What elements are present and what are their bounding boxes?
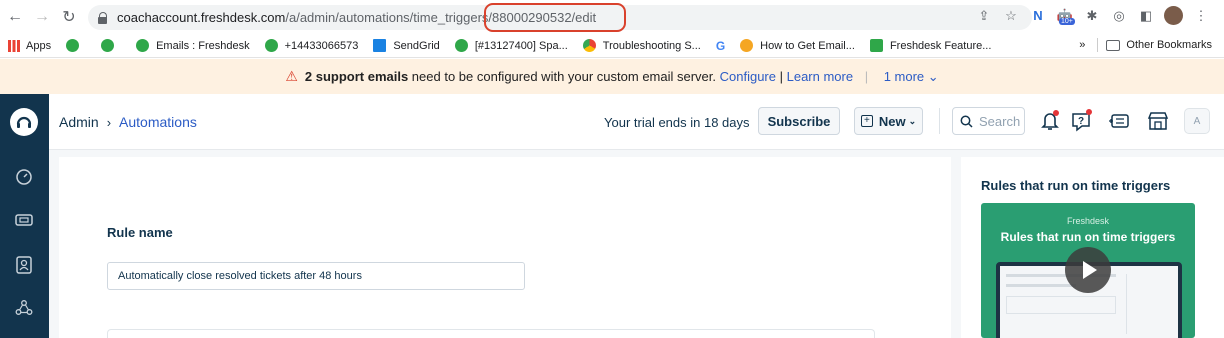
video-brand: Freshdesk <box>1066 216 1110 226</box>
svg-text:?: ? <box>1078 116 1084 127</box>
breadcrumb-admin[interactable]: Admin <box>59 114 99 130</box>
phone-icon <box>264 39 278 52</box>
play-button-icon[interactable] <box>1065 247 1111 293</box>
freshdesk-logo-icon[interactable] <box>10 108 38 136</box>
forward-arrow-icon[interactable]: → <box>30 5 54 29</box>
user-avatar[interactable]: A <box>1184 108 1210 134</box>
lock-icon <box>98 11 108 24</box>
browser-action-icons: ⇪ ☆ N 🤖 10+ ✱ ◎ ◧ ⋮ <box>975 6 1224 25</box>
share-icon[interactable]: ⇪ <box>975 7 993 25</box>
google-g-icon: G <box>715 38 726 53</box>
bookmark-google[interactable]: G <box>716 39 725 53</box>
extension-circle-icon[interactable]: ◎ <box>1110 7 1128 25</box>
bookmark-troubleshooting[interactable]: Troubleshooting S... <box>582 39 701 52</box>
search-icon <box>960 115 973 128</box>
banner-bar: | <box>861 69 872 84</box>
more-link[interactable]: 1 more ⌄ <box>884 69 939 85</box>
app-header: Admin › Automations Your trial ends in 1… <box>49 94 1224 150</box>
search-input[interactable]: Search <box>952 107 1025 135</box>
breadcrumb-separator: › <box>106 114 112 130</box>
bookmarks-overflow: » Other Bookmarks <box>1079 38 1212 52</box>
conditions-section-box <box>107 329 875 338</box>
bookmark-freshdesk-1[interactable] <box>66 39 86 52</box>
bookmark-star-icon[interactable]: ☆ <box>1002 7 1020 25</box>
bookmark-freshdesk-feature[interactable]: Freshdesk Feature... <box>869 39 991 52</box>
bookmark-freshdesk-2[interactable] <box>101 39 121 52</box>
reload-icon[interactable]: ↻ <box>57 5 81 29</box>
marketplace-store-icon[interactable] <box>1146 109 1170 133</box>
notifications-bell-icon[interactable] <box>1038 109 1062 133</box>
freshdesk-icon <box>101 39 115 52</box>
chrome-like-icon <box>582 39 596 52</box>
help-dot <box>1086 109 1092 115</box>
extension-robot-icon[interactable]: 🤖 10+ <box>1056 7 1075 25</box>
bookmark-phone[interactable]: +14433066573 <box>264 39 358 52</box>
tickets-icon[interactable] <box>14 210 34 230</box>
help-panel-title: Rules that run on time triggers <box>981 178 1171 193</box>
puzzle-icon[interactable]: ✱ <box>1083 7 1101 25</box>
header-divider <box>939 108 940 134</box>
bookmark-how-to-get-email[interactable]: How to Get Email... <box>740 39 855 52</box>
url-path: /a/admin/automations/time_triggers/ <box>285 10 493 25</box>
bookmark-emails-freshdesk[interactable]: Emails : Freshdesk <box>136 39 250 52</box>
learn-more-link[interactable]: Learn more <box>787 69 853 84</box>
trial-notice: Your trial ends in 18 days <box>604 115 750 130</box>
warning-icon: ⚠ <box>285 68 298 84</box>
sendgrid-icon <box>373 39 387 52</box>
chevron-down-icon: ⌄ <box>908 115 917 126</box>
breadcrumb: Admin › Automations <box>59 114 197 130</box>
side-panel-icon[interactable]: ◧ <box>1137 7 1155 25</box>
help-icon[interactable]: ? <box>1069 109 1093 133</box>
other-bookmarks[interactable]: Other Bookmarks <box>1126 39 1212 51</box>
plus-square-icon <box>869 39 883 52</box>
email-config-banner: ⚠ 2 support emails need to be configured… <box>0 59 1224 94</box>
configure-link[interactable]: Configure <box>720 69 776 84</box>
rule-name-input[interactable]: Automatically close resolved tickets aft… <box>107 262 525 290</box>
apps-grid-icon <box>8 39 20 52</box>
more-menu-icon[interactable]: ⋮ <box>1192 7 1210 25</box>
notification-dot <box>1053 110 1059 116</box>
bookmarks-bar: Apps Emails : Freshdesk +14433066573 Sen… <box>0 34 1224 58</box>
banner-sep: | <box>776 69 787 84</box>
browser-toolbar: ← → ↻ coachaccount.freshdesk.com/a/admin… <box>0 0 1224 34</box>
tutorial-video[interactable]: Freshdesk Rules that run on time trigger… <box>981 203 1195 338</box>
profile-avatar[interactable] <box>1164 6 1183 25</box>
bookmark-sendgrid[interactable]: SendGrid <box>373 39 440 52</box>
dashboard-icon[interactable] <box>14 167 34 187</box>
overflow-chevron[interactable]: » <box>1079 39 1085 51</box>
video-title: Rules that run on time triggers <box>1000 230 1176 244</box>
app-sidebar <box>0 94 49 338</box>
freshdesk-icon <box>454 39 468 52</box>
groups-icon[interactable] <box>14 298 34 318</box>
subscribe-button[interactable]: Subscribe <box>758 107 840 135</box>
banner-message: need to be configured with your custom e… <box>408 69 720 84</box>
plus-square-icon: + <box>860 115 873 127</box>
freshdesk-icon <box>66 39 80 52</box>
freshdesk-icon <box>136 39 150 52</box>
search-placeholder: Search <box>979 113 1021 129</box>
banner-count: 2 support emails <box>304 69 409 84</box>
breadcrumb-automations[interactable]: Automations <box>119 114 197 130</box>
extension-n-icon[interactable]: N <box>1029 7 1047 25</box>
new-button[interactable]: + New ⌄ <box>854 107 923 135</box>
contacts-icon[interactable] <box>14 255 34 275</box>
bookmarks-divider <box>1097 38 1099 52</box>
rule-name-label: Rule name <box>107 225 173 240</box>
ticket-add-icon[interactable] <box>1107 109 1131 133</box>
bookmark-ticket-spam[interactable]: [#13127400] Spa... <box>454 39 568 52</box>
folder-icon <box>1106 39 1121 51</box>
orange-x-icon <box>740 39 754 52</box>
extension-badge: 10+ <box>1059 17 1075 25</box>
back-arrow-icon[interactable]: ← <box>3 5 27 29</box>
bookmark-apps[interactable]: Apps <box>8 39 51 52</box>
url-annotation-highlight <box>484 3 626 32</box>
new-button-label: New <box>878 113 906 129</box>
rule-form-panel <box>59 157 951 338</box>
url-host: coachaccount.freshdesk.com <box>117 10 286 25</box>
